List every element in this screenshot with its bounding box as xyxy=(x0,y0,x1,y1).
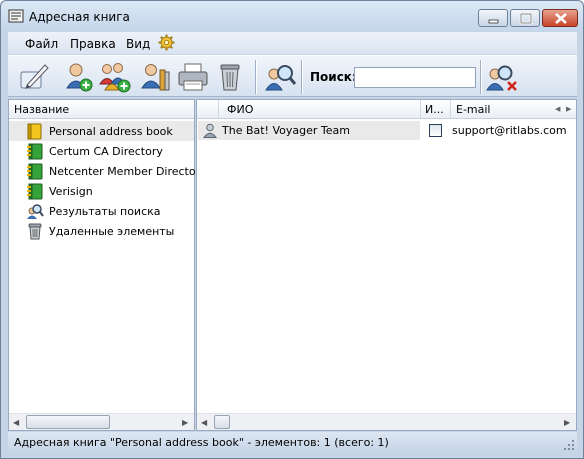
search-label: Поиск: xyxy=(310,70,357,84)
scroll-thumb[interactable] xyxy=(26,415,110,429)
add-group-icon[interactable] xyxy=(98,60,132,94)
maximize-button[interactable] xyxy=(510,9,540,27)
tree-item-label: Удаленные элементы xyxy=(49,225,175,238)
header-scroll-buttons[interactable]: ◀ ▶ xyxy=(553,100,576,119)
resize-grip-icon[interactable] xyxy=(564,440,574,450)
column-header-im[interactable]: И... xyxy=(421,100,451,119)
table-row[interactable]: The Bat! Voyager Team support@ritlabs.co… xyxy=(198,121,576,140)
title-bar[interactable]: Адресная книга xyxy=(1,1,583,31)
minimize-button[interactable] xyxy=(478,9,508,27)
status-text: Адресная книга "Personal address book" -… xyxy=(14,436,389,449)
search-results-icon xyxy=(27,204,44,219)
minimize-icon xyxy=(488,19,499,24)
tree-item-personal[interactable]: Personal address book xyxy=(9,121,194,141)
book-green-icon xyxy=(27,183,43,200)
contact-email: support@ritlabs.com xyxy=(452,124,567,137)
address-book-window: Адресная книга Файл Правка Вид Поиск: На… xyxy=(0,0,584,459)
tree-item-label: Результаты поиска xyxy=(49,205,161,218)
column-header-email[interactable]: E-mail xyxy=(451,100,553,119)
menu-edit[interactable]: Правка xyxy=(70,37,116,51)
header-scroll-right-icon[interactable]: ▶ xyxy=(566,105,571,113)
tree-item-verisign[interactable]: Verisign xyxy=(9,181,194,201)
scroll-left-arrow-icon[interactable]: ◀ xyxy=(13,418,19,427)
maximize-icon xyxy=(519,12,533,25)
gear-icon[interactable] xyxy=(158,34,175,51)
scroll-thumb[interactable] xyxy=(214,415,230,429)
new-message-icon[interactable] xyxy=(17,60,51,94)
tree-item-label: Verisign xyxy=(49,185,93,198)
find-icon[interactable] xyxy=(264,60,298,94)
trash-icon xyxy=(28,223,42,240)
properties-icon[interactable] xyxy=(139,60,173,94)
tree-item-netcenter[interactable]: Netcenter Member Directory xyxy=(9,161,207,181)
window-title: Адресная книга xyxy=(29,10,130,24)
toolbar: Поиск: xyxy=(8,55,577,97)
menu-file[interactable]: Файл xyxy=(25,37,58,51)
column-header-icon[interactable] xyxy=(197,100,219,119)
address-book-tree: Название Personal address book Certum CA… xyxy=(8,99,207,431)
toolbar-separator xyxy=(480,60,481,94)
book-green-icon xyxy=(27,163,43,180)
tree-header[interactable]: Название xyxy=(9,100,194,119)
tree-item-certum[interactable]: Certum CA Directory xyxy=(9,141,194,161)
address-book-app-icon xyxy=(8,9,24,23)
book-green-icon xyxy=(27,143,43,160)
left-horizontal-scrollbar[interactable]: ◀ ▶ xyxy=(9,413,194,430)
tree-item-label: Personal address book xyxy=(49,125,173,138)
contact-person-icon xyxy=(203,123,217,138)
contacts-list: ФИО И... E-mail ◀ ▶ The Bat! Voyager Tea… xyxy=(196,99,577,431)
column-header-name[interactable]: ФИО xyxy=(219,100,421,119)
header-scroll-left-icon[interactable]: ◀ xyxy=(555,105,560,113)
scroll-left-arrow-icon[interactable]: ◀ xyxy=(201,418,207,427)
status-bar: Адресная книга "Personal address book" -… xyxy=(8,432,577,452)
menu-view[interactable]: Вид xyxy=(126,37,150,51)
clear-search-icon[interactable] xyxy=(485,60,519,94)
book-yellow-icon xyxy=(27,123,42,140)
right-horizontal-scrollbar[interactable]: ◀ ▶ xyxy=(197,413,576,430)
tree-item-deleted[interactable]: Удаленные элементы xyxy=(9,221,194,241)
print-icon[interactable] xyxy=(176,60,210,94)
delete-icon[interactable] xyxy=(213,60,247,94)
contact-im-checkbox[interactable] xyxy=(429,124,442,137)
toolbar-separator xyxy=(255,60,256,94)
contact-name: The Bat! Voyager Team xyxy=(222,124,350,137)
scroll-right-arrow-icon[interactable]: ▶ xyxy=(182,418,188,427)
add-contact-icon[interactable] xyxy=(62,60,96,94)
tree-item-search-results[interactable]: Результаты поиска xyxy=(9,201,194,221)
menu-bar: Файл Правка Вид xyxy=(8,32,577,54)
close-button[interactable] xyxy=(542,9,578,27)
tree-item-label: Netcenter Member Directory xyxy=(49,165,207,178)
close-icon xyxy=(555,13,567,24)
toolbar-separator xyxy=(301,60,302,94)
tree-item-label: Certum CA Directory xyxy=(49,145,163,158)
scroll-right-arrow-icon[interactable]: ▶ xyxy=(564,418,570,427)
search-input[interactable] xyxy=(354,67,476,88)
